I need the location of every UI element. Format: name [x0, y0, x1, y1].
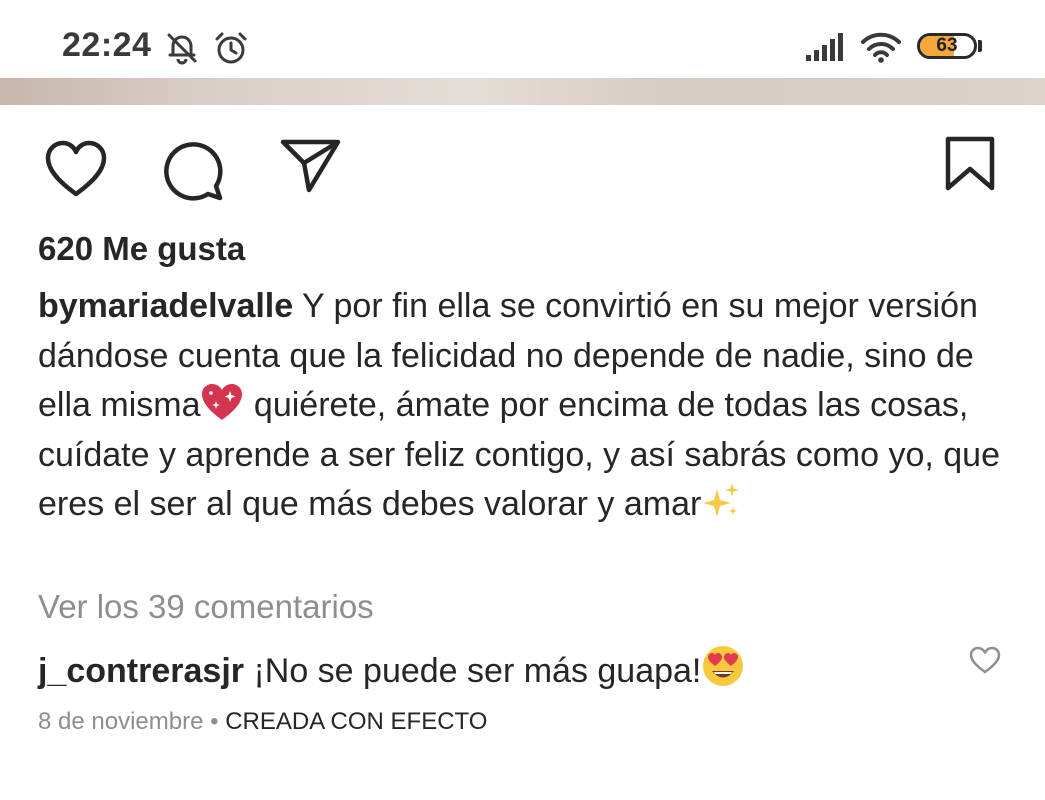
mute-icon — [167, 33, 197, 65]
status-bar: 22:24 63 — [0, 0, 1045, 78]
comment-text: ¡No se puede ser más guapa! — [253, 652, 702, 690]
wifi-icon — [861, 32, 901, 63]
signal-icon — [806, 33, 843, 61]
meta-separator: • — [203, 708, 226, 735]
alarm-icon — [215, 32, 247, 64]
battery-tip — [978, 40, 982, 52]
battery-icon: 63 — [917, 33, 977, 59]
post-caption: bymariadelvalle Y por fin ella se convir… — [38, 282, 1013, 530]
comment-like-heart-icon[interactable] — [968, 645, 1002, 675]
effect-label[interactable]: CREADA CON EFECTO — [225, 708, 487, 735]
likes-count[interactable]: 620 Me gusta — [38, 230, 245, 268]
comment-row: j_contrerasjr ¡No se puede ser más guapa… — [38, 644, 938, 695]
heart-icon[interactable] — [44, 140, 108, 198]
comment-icon[interactable] — [162, 140, 224, 202]
sparkling-heart-emoji — [202, 384, 243, 420]
comment-username[interactable]: j_contrerasjr — [38, 652, 244, 690]
caption-username[interactable]: bymariadelvalle — [38, 287, 293, 325]
status-time: 22:24 — [62, 26, 152, 64]
sparkles-emoji — [703, 483, 740, 517]
post-image[interactable] — [0, 78, 1045, 105]
battery-level: 63 — [936, 35, 958, 56]
heart-eyes-emoji — [703, 646, 744, 686]
post-meta: 8 de noviembre • CREADA CON EFECTO — [38, 708, 487, 736]
bookmark-icon[interactable] — [944, 136, 996, 192]
share-icon[interactable] — [280, 138, 342, 194]
post-date: 8 de noviembre — [38, 708, 204, 735]
post-action-bar — [0, 130, 1045, 202]
view-comments-link[interactable]: Ver los 39 comentarios — [38, 588, 374, 626]
